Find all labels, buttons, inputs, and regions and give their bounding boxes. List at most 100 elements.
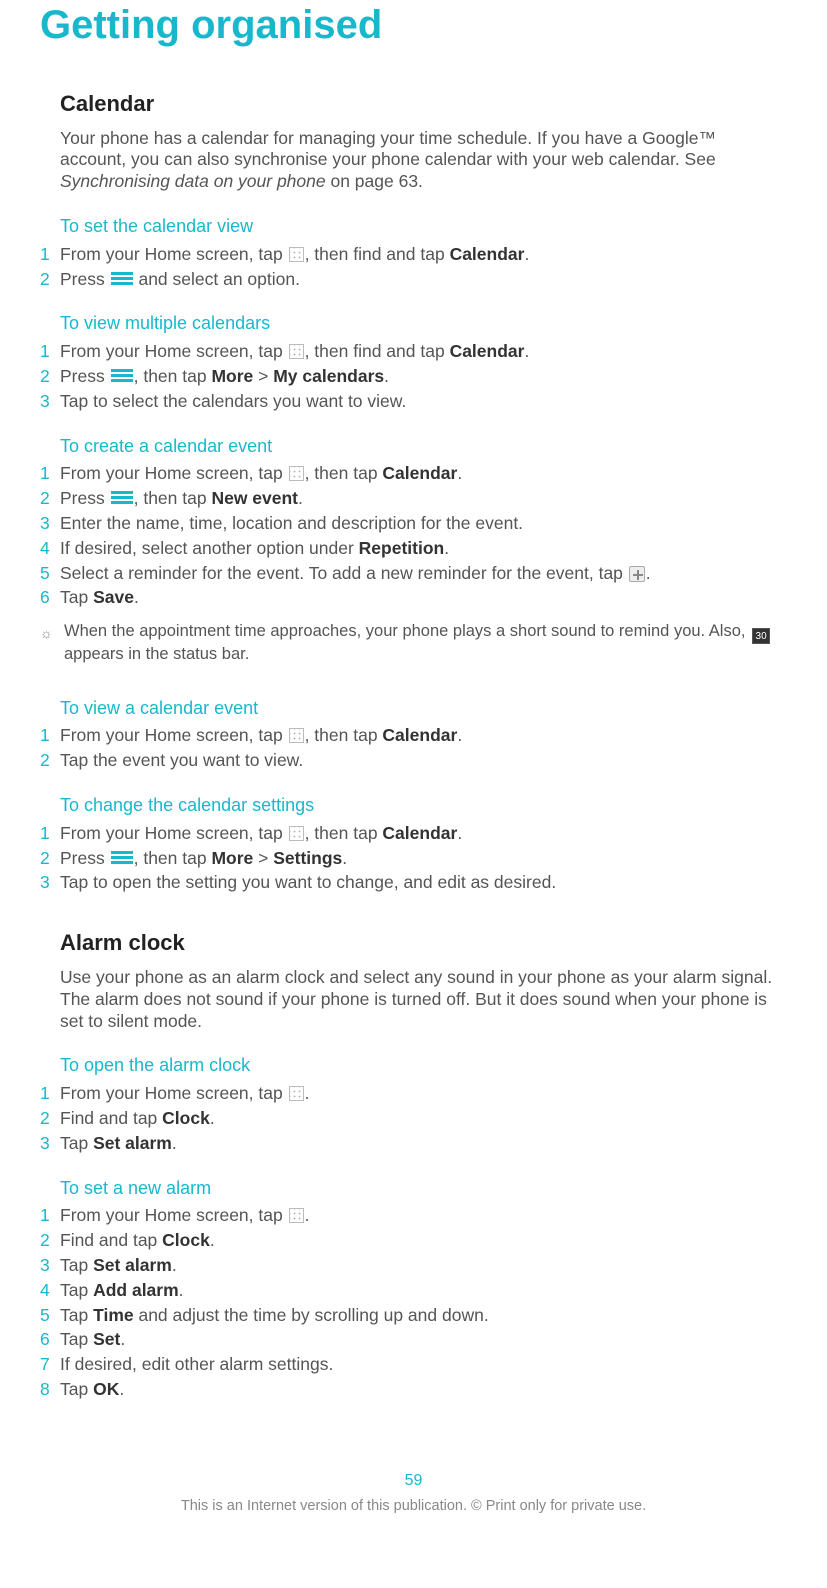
step-number: 5 [40, 563, 60, 585]
text: . [305, 1205, 310, 1225]
hint-block: When the appointment time approaches, yo… [60, 621, 787, 665]
text: . [457, 725, 462, 745]
text: From your Home screen, tap [60, 1083, 288, 1103]
step-text: From your Home screen, tap . [60, 1205, 787, 1227]
text: Tap [60, 1379, 93, 1399]
bold-text: My calendars [273, 366, 384, 386]
step-number: 3 [40, 1133, 60, 1155]
bold-text: More [211, 366, 253, 386]
text: . [134, 587, 139, 607]
page-number: 59 [40, 1471, 787, 1491]
step-number: 1 [40, 725, 60, 747]
text: . [524, 244, 529, 264]
step-text: Tap Time and adjust the time by scrollin… [60, 1305, 787, 1327]
new-alarm-steps: 1 From your Home screen, tap . 2 Find an… [60, 1205, 787, 1401]
text: . [457, 823, 462, 843]
bold-text: Set alarm [93, 1133, 172, 1153]
step-number: 1 [40, 244, 60, 266]
text: . [646, 563, 651, 583]
step-number: 5 [40, 1305, 60, 1327]
calendar-intro-italic: Synchronising data on your phone [60, 171, 326, 191]
open-alarm-steps: 1 From your Home screen, tap . 2 Find an… [60, 1083, 787, 1155]
list-item: 1 From your Home screen, tap , then find… [60, 244, 787, 266]
list-item: 3 Tap to select the calendars you want t… [60, 391, 787, 413]
step-number: 1 [40, 823, 60, 845]
step-number: 2 [40, 488, 60, 510]
footer: 59 This is an Internet version of this p… [40, 1471, 787, 1515]
set-view-title: To set the calendar view [60, 215, 787, 238]
text: . [444, 538, 449, 558]
hint-text: When the appointment time approaches, yo… [64, 621, 787, 665]
menu-icon [111, 851, 133, 865]
menu-icon [111, 491, 133, 505]
text: Select a reminder for the event. To add … [60, 563, 628, 583]
apps-grid-icon [289, 826, 304, 841]
step-text: From your Home screen, tap , then tap Ca… [60, 725, 787, 747]
text: > [253, 848, 273, 868]
text: , then tap [305, 725, 383, 745]
step-text: Tap Set. [60, 1329, 787, 1351]
set-view-steps: 1 From your Home screen, tap , then find… [60, 244, 787, 291]
text: Tap [60, 1133, 93, 1153]
text: . [119, 1379, 124, 1399]
bold-text: Calendar [382, 725, 457, 745]
step-number: 2 [40, 750, 60, 772]
text: , then find and tap [305, 341, 450, 361]
list-item: 8 Tap OK. [60, 1379, 787, 1401]
step-number: 3 [40, 391, 60, 413]
list-item: 7 If desired, edit other alarm settings. [60, 1354, 787, 1376]
text: Press [60, 366, 110, 386]
plus-icon [629, 566, 645, 582]
text: . [457, 463, 462, 483]
step-number: 2 [40, 1230, 60, 1252]
list-item: 1 From your Home screen, tap , then tap … [60, 823, 787, 845]
list-item: 3 Tap Set alarm. [60, 1255, 787, 1277]
text: Tap [60, 1305, 93, 1325]
step-text: Tap to select the calendars you want to … [60, 391, 787, 413]
footer-text: This is an Internet version of this publ… [40, 1497, 787, 1515]
list-item: 3 Enter the name, time, location and des… [60, 513, 787, 535]
step-number: 6 [40, 1329, 60, 1351]
settings-title: To change the calendar settings [60, 794, 787, 817]
bold-text: More [211, 848, 253, 868]
step-text: From your Home screen, tap , then tap Ca… [60, 463, 787, 485]
text: . [342, 848, 347, 868]
text: and adjust the time by scrolling up and … [134, 1305, 489, 1325]
text: and select an option. [134, 269, 300, 289]
step-text: From your Home screen, tap , then tap Ca… [60, 823, 787, 845]
step-number: 2 [40, 848, 60, 870]
open-alarm-title: To open the alarm clock [60, 1054, 787, 1077]
list-item: 6 Tap Save. [60, 587, 787, 609]
calendar-intro-1: Your phone has a calendar for managing y… [60, 128, 716, 170]
bold-text: Calendar [450, 341, 525, 361]
text: . [305, 1083, 310, 1103]
list-item: 2 Press , then tap New event. [60, 488, 787, 510]
text: . [172, 1133, 177, 1153]
bold-text: Settings [273, 848, 342, 868]
bold-text: Set alarm [93, 1255, 172, 1275]
step-text: Press , then tap New event. [60, 488, 787, 510]
step-text: Press , then tap More > Settings. [60, 848, 787, 870]
text: If desired, select another option under [60, 538, 359, 558]
text: appears in the status bar. [64, 645, 249, 663]
list-item: 1 From your Home screen, tap , then tap … [60, 725, 787, 747]
text: . [298, 488, 303, 508]
alarm-heading: Alarm clock [60, 929, 787, 957]
step-text: Tap to open the setting you want to chan… [60, 872, 787, 894]
step-text: From your Home screen, tap , then find a… [60, 244, 787, 266]
step-text: Tap Save. [60, 587, 787, 609]
list-item: 1 From your Home screen, tap . [60, 1205, 787, 1227]
bold-text: New event [211, 488, 298, 508]
bold-text: Add alarm [93, 1280, 179, 1300]
step-text: Tap the event you want to view. [60, 750, 787, 772]
step-text: Tap OK. [60, 1379, 787, 1401]
view-event-steps: 1 From your Home screen, tap , then tap … [60, 725, 787, 772]
new-alarm-title: To set a new alarm [60, 1177, 787, 1200]
text: . [210, 1108, 215, 1128]
step-number: 3 [40, 872, 60, 894]
step-number: 1 [40, 1205, 60, 1227]
bold-text: Calendar [450, 244, 525, 264]
create-title: To create a calendar event [60, 435, 787, 458]
create-steps: 1 From your Home screen, tap , then tap … [60, 463, 787, 609]
list-item: 2 Press , then tap More > My calendars. [60, 366, 787, 388]
